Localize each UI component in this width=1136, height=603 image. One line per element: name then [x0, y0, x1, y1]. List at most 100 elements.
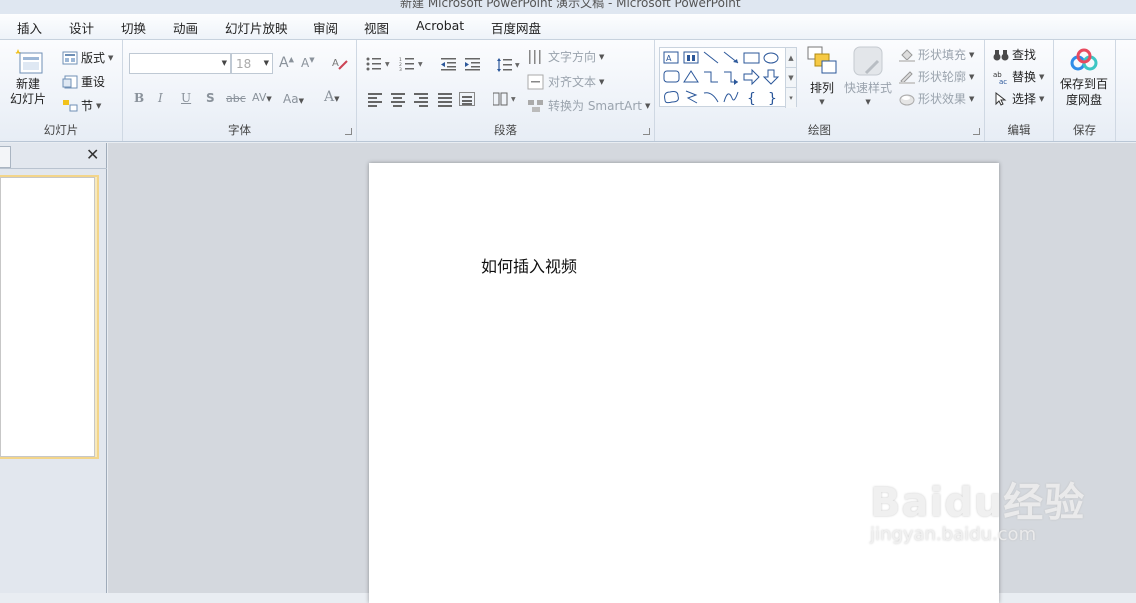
- decrease-indent-icon[interactable]: [441, 57, 457, 71]
- align-left-icon[interactable]: [367, 92, 383, 107]
- paint-bucket-icon: [899, 48, 915, 62]
- font-name-combo[interactable]: ▼: [129, 53, 231, 74]
- svg-text:ac: ac: [999, 78, 1007, 84]
- slide-thumbnail-canvas: [0, 177, 95, 457]
- chevron-down-icon: ▼: [599, 52, 605, 61]
- numbering-icon[interactable]: 123▼: [399, 57, 425, 71]
- text-direction-icon: [529, 49, 541, 64]
- tab-insert[interactable]: 插入: [17, 18, 42, 37]
- chevron-down-icon: ▼: [108, 53, 114, 62]
- chevron-down-icon: ▼: [865, 98, 871, 106]
- shape-effects-button[interactable]: 形状效果 ▼: [899, 90, 974, 107]
- chevron-down-icon: ▼: [1039, 72, 1045, 81]
- char-spacing-button[interactable]: AV▼: [252, 91, 272, 104]
- quick-styles-button[interactable]: 快速样式 ▼: [844, 45, 892, 106]
- chevron-down-icon: ▼: [298, 97, 304, 105]
- underline-button[interactable]: U: [181, 91, 191, 105]
- bold-button[interactable]: B: [134, 91, 144, 105]
- replace-label: 替换: [1012, 70, 1037, 84]
- columns-icon[interactable]: ▼: [493, 92, 519, 106]
- more-shapes-icon[interactable]: ▾: [786, 88, 796, 108]
- tab-baidu-netdisk[interactable]: 百度网盘: [491, 18, 541, 37]
- group-label-font: 字体: [228, 123, 251, 137]
- tab-design[interactable]: 设计: [69, 18, 94, 37]
- chevron-down-icon: ▼: [221, 59, 227, 67]
- group-drawing: A { } ▲ ▼ ▾ 排列 ▼ 快速样式 ▼ 形状填充 ▼ 形状轮廓 ▼ 形状…: [655, 40, 985, 141]
- close-icon[interactable]: ✕: [86, 145, 99, 164]
- scroll-up-icon[interactable]: ▲: [786, 48, 796, 68]
- shapes-gallery[interactable]: A { } ▲ ▼ ▾: [659, 47, 797, 108]
- svg-text:A: A: [666, 54, 672, 63]
- shadow-button[interactable]: S: [206, 91, 215, 105]
- tab-review[interactable]: 审阅: [313, 18, 338, 37]
- italic-button[interactable]: I: [158, 91, 163, 105]
- smartart-icon: [528, 99, 543, 112]
- shapes-gallery-icons: A { }: [663, 51, 780, 107]
- chevron-down-icon: ▼: [1039, 94, 1045, 103]
- change-case-button[interactable]: Aa▼: [283, 92, 304, 106]
- font-color-button[interactable]: A▼: [324, 89, 340, 105]
- align-text-button[interactable]: 对齐文本 ▼: [527, 73, 604, 90]
- chevron-down-icon: ▼: [263, 59, 269, 67]
- new-slide-label: 新建 幻灯片: [10, 77, 47, 106]
- dialog-launcher-icon[interactable]: [345, 128, 352, 135]
- chevron-down-icon: ▼: [334, 95, 340, 103]
- align-text-label: 对齐文本: [548, 75, 597, 89]
- char-spacing-glyph: AV: [252, 91, 267, 104]
- arrange-icon: [807, 46, 837, 74]
- slides-pane-tab[interactable]: [0, 146, 11, 168]
- distribute-icon[interactable]: [459, 92, 475, 106]
- group-label-editing: 编辑: [1007, 123, 1031, 137]
- select-button[interactable]: 选择 ▼: [993, 90, 1044, 107]
- align-text-icon: [527, 74, 544, 89]
- arrange-button[interactable]: 排列 ▼: [806, 45, 838, 106]
- find-button[interactable]: 查找: [993, 46, 1036, 63]
- tab-transitions[interactable]: 切换: [121, 18, 146, 37]
- arrange-label: 排列: [809, 81, 834, 95]
- save-to-baidu-button[interactable]: 保存到百 度网盘: [1060, 48, 1108, 108]
- font-size-combo[interactable]: 18 ▼: [231, 53, 273, 74]
- bullets-icon[interactable]: ▼: [366, 57, 392, 71]
- justify-icon[interactable]: [437, 92, 453, 107]
- line-spacing-icon[interactable]: ▼: [497, 57, 523, 73]
- convert-smartart-button[interactable]: 转换为 SmartArt ▼: [527, 97, 650, 114]
- replace-icon: abac: [993, 71, 1007, 84]
- grow-font-button[interactable]: A▲: [279, 55, 294, 71]
- tab-acrobat[interactable]: Acrobat: [416, 18, 464, 33]
- replace-button[interactable]: ab ac 替换 ▼: [993, 68, 1044, 85]
- section-button[interactable]: 节 ▼: [62, 97, 101, 114]
- shape-outline-label: 形状轮廓: [918, 70, 967, 84]
- quick-styles-icon: [853, 46, 883, 76]
- save-to-baidu-label: 保存到百 度网盘: [1060, 77, 1109, 107]
- baidu-netdisk-icon: [1070, 48, 1098, 71]
- svg-text:▼: ▼: [515, 62, 520, 69]
- tab-animations[interactable]: 动画: [173, 18, 198, 37]
- clear-format-icon[interactable]: A: [331, 54, 349, 72]
- shape-outline-button[interactable]: 形状轮廓 ▼: [899, 68, 974, 85]
- shape-fill-button[interactable]: 形状填充 ▼: [899, 46, 974, 63]
- svg-text:{: {: [747, 91, 756, 107]
- dialog-launcher-icon[interactable]: [643, 128, 650, 135]
- scroll-down-icon[interactable]: ▼: [786, 68, 796, 88]
- group-label-paragraph: 段落: [494, 123, 517, 137]
- align-right-icon[interactable]: [413, 92, 429, 107]
- align-center-icon[interactable]: [390, 92, 406, 107]
- tab-slideshow[interactable]: 幻灯片放映: [225, 18, 288, 37]
- svg-text:▼: ▼: [385, 61, 390, 68]
- slide-text-box[interactable]: 如何插入视频: [481, 253, 577, 277]
- strikethrough-button[interactable]: abc: [226, 92, 246, 105]
- dialog-launcher-icon[interactable]: [973, 128, 980, 135]
- increase-indent-icon[interactable]: [465, 57, 481, 71]
- window-title: 新建 Microsoft PowerPoint 演示文稿 - Microsoft…: [400, 0, 741, 10]
- group-label-slides: 幻灯片: [43, 123, 79, 137]
- shapes-scrollbar[interactable]: ▲ ▼ ▾: [785, 48, 796, 108]
- layout-button[interactable]: 版式 ▼: [62, 49, 113, 66]
- reset-button[interactable]: 重设: [62, 73, 105, 90]
- new-slide-button[interactable]: 新建 幻灯片: [10, 47, 46, 107]
- new-slide-icon: [15, 49, 43, 74]
- tab-view[interactable]: 视图: [364, 18, 389, 37]
- text-direction-button[interactable]: 文字方向 ▼: [527, 48, 604, 65]
- shrink-font-button[interactable]: A▼: [301, 56, 315, 70]
- slide-thumbnail[interactable]: [0, 175, 99, 459]
- svg-text:3: 3: [399, 67, 402, 71]
